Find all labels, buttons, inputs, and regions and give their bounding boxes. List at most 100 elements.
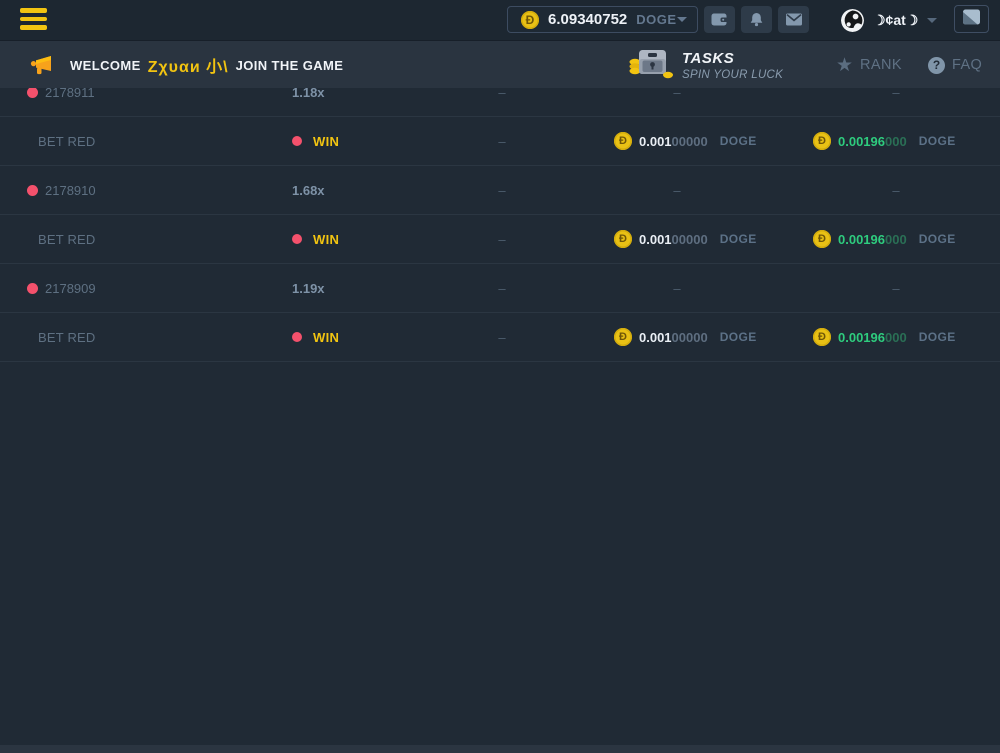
game-id: 2178909 xyxy=(45,281,96,296)
mail-icon xyxy=(786,13,802,26)
currency-label: DOGE xyxy=(720,330,757,344)
table-row: 21789111.18x––– xyxy=(0,88,1000,117)
bet-cell: – xyxy=(562,88,792,100)
messages-button[interactable] xyxy=(778,6,809,33)
amount-value: 0.00196000 xyxy=(838,330,907,345)
welcome-username: Ζχυαи 小\ xyxy=(148,53,229,77)
doge-coin-icon: Đ xyxy=(813,230,831,248)
table-row: 21789101.68x––– xyxy=(0,166,1000,215)
question-mark-icon: ? xyxy=(928,57,945,74)
rank-link[interactable]: ★ RANK xyxy=(836,41,902,89)
win-dot-icon xyxy=(292,234,302,244)
table-row: BET REDWIN–Đ0.00100000DOGEĐ0.00196000DOG… xyxy=(0,215,1000,264)
profit-amount: Đ 0.00196000 DOGE xyxy=(813,328,1000,346)
welcome-prefix: WELCOME xyxy=(70,58,141,73)
bottom-strip xyxy=(0,745,1000,753)
win-label: WIN xyxy=(313,134,339,149)
doge-coin-icon: Đ xyxy=(614,132,632,150)
result-cell: WIN xyxy=(292,330,442,345)
result-cell: – xyxy=(442,281,562,296)
profit-cell: Đ0.00196000DOGE xyxy=(792,132,1000,150)
dash-cell: – xyxy=(442,134,562,149)
dash-cell: – xyxy=(442,330,562,345)
result-cell: WIN xyxy=(292,134,442,149)
profit-cell: Đ0.00196000DOGE xyxy=(792,230,1000,248)
faq-label: FAQ xyxy=(952,57,982,73)
bet-label-cell: BET RED xyxy=(27,134,292,149)
game-dot-icon xyxy=(27,283,38,294)
profit-cell: – xyxy=(792,183,1000,198)
game-id-cell: 2178911 xyxy=(27,88,292,100)
bet-cell: – xyxy=(562,183,792,198)
profit-cell: Đ 0.00196000 DOGE xyxy=(792,328,1000,346)
user-menu[interactable]: ☽¢at☽ xyxy=(841,0,937,40)
faq-link[interactable]: ? FAQ xyxy=(928,41,982,89)
table-row: 21789091.19x––– xyxy=(0,264,1000,313)
amount-value: 0.00196000 xyxy=(838,232,907,247)
tasks-title: TASKS xyxy=(682,50,783,67)
bet-history-rows: 21789111.18x–––BET REDWIN–Đ0.00100000DOG… xyxy=(0,88,1000,362)
bet-amount: Đ 0.00100000 DOGE xyxy=(614,230,792,248)
bet-amount: Đ0.00100000DOGE xyxy=(614,328,792,346)
multiplier: 1.19x xyxy=(292,281,325,296)
doge-coin-icon: Đ xyxy=(614,230,632,248)
win-label: WIN xyxy=(313,232,339,247)
result-cell: WIN xyxy=(292,232,442,247)
table-row: BET REDWIN–Đ0.00100000DOGEĐ0.00196000DOG… xyxy=(0,117,1000,166)
multiplier-cell: 1.68x xyxy=(292,183,442,198)
multiplier-cell: 1.19x xyxy=(292,281,442,296)
game-dot-icon xyxy=(27,185,38,196)
hamburger-bar xyxy=(20,17,47,22)
balance-currency: DOGE xyxy=(636,12,676,27)
bet-label-cell: BET RED xyxy=(27,330,292,345)
bet-amount: Đ 0.00100000 DOGE xyxy=(614,132,792,150)
bet-cell: Đ0.00100000DOGE xyxy=(562,328,792,346)
bet-label: BET RED xyxy=(27,232,96,247)
win-dot-icon xyxy=(292,332,302,342)
amount-value: 0.00100000 xyxy=(639,232,708,247)
multiplier: 1.68x xyxy=(292,183,325,198)
currency-label: DOGE xyxy=(720,232,757,246)
wallet-button[interactable] xyxy=(704,6,735,33)
dash-cell: – xyxy=(442,232,562,247)
multiplier: 1.18x xyxy=(292,88,325,100)
balance-selector[interactable]: Đ 6.09340752 DOGE xyxy=(507,6,698,33)
notifications-button[interactable] xyxy=(741,6,772,33)
menu-hamburger-icon[interactable] xyxy=(20,8,47,32)
top-bar: Đ 6.09340752 DOGE ☽¢at☽ xyxy=(0,0,1000,40)
profit-amount: Đ0.00196000DOGE xyxy=(813,230,1000,248)
doge-coin-icon: Đ xyxy=(813,328,831,346)
welcome-suffix: JOIN THE GAME xyxy=(236,58,344,73)
currency-label: DOGE xyxy=(720,134,757,148)
profit-cell: – xyxy=(792,281,1000,296)
bet-history-table: 21789111.18x–––BET REDWIN–Đ0.00100000DOG… xyxy=(0,88,1000,753)
game-dot-icon xyxy=(27,88,38,98)
promo-banner: WELCOME Ζχυαи 小\ JOIN THE GAME TASKS SPI… xyxy=(0,40,1000,88)
treasure-chest-icon xyxy=(628,44,674,87)
game-id: 2178910 xyxy=(45,183,96,198)
game-id: 2178911 xyxy=(45,88,95,100)
bet-label: BET RED xyxy=(27,134,96,149)
doge-coin-icon: Đ xyxy=(614,328,632,346)
bet-cell: – xyxy=(562,281,792,296)
chat-icon xyxy=(962,9,981,30)
chat-toggle-button[interactable] xyxy=(954,5,989,33)
chevron-down-icon xyxy=(927,18,937,23)
win-label: WIN xyxy=(313,330,339,345)
table-row: BET REDWIN–Đ0.00100000DOGEĐ0.00196000DOG… xyxy=(0,313,1000,362)
bet-label: BET RED xyxy=(27,330,96,345)
rank-label: RANK xyxy=(860,57,902,73)
result-cell: – xyxy=(442,88,562,100)
hamburger-bar xyxy=(20,8,47,13)
currency-label: DOGE xyxy=(919,134,956,148)
tasks-link[interactable]: TASKS SPIN YOUR LUCK xyxy=(628,41,783,89)
multiplier-cell: 1.18x xyxy=(292,88,442,100)
doge-coin-icon: Đ xyxy=(521,11,539,29)
game-id-cell: 2178910 xyxy=(27,183,292,198)
currency-label: DOGE xyxy=(919,330,956,344)
chevron-down-icon xyxy=(677,17,687,22)
bet-cell: Đ 0.00100000 DOGE xyxy=(562,132,792,150)
game-id-cell: 2178909 xyxy=(27,281,292,296)
win-dot-icon xyxy=(292,136,302,146)
amount-value: 0.00100000 xyxy=(639,134,708,149)
